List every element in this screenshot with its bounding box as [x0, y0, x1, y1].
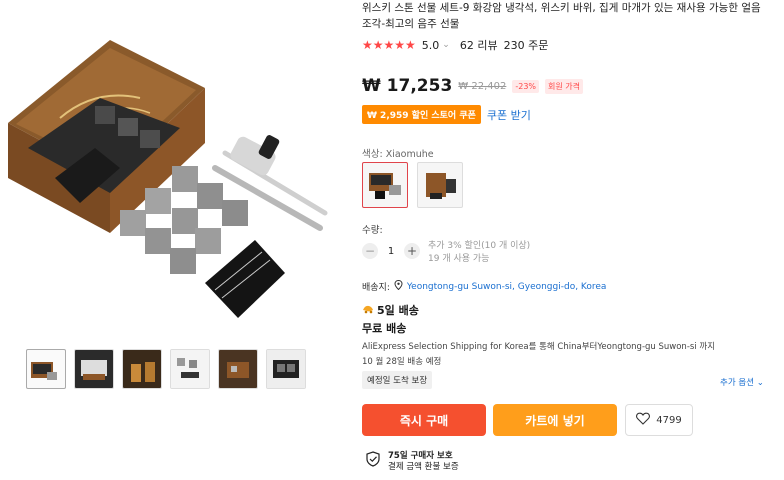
- buyer-protection: 75일 구매자 보호 결제 금액 환불 보증: [366, 451, 459, 473]
- store-coupon-badge[interactable]: ₩ 2,959 할인 스토어 쿠폰: [362, 105, 481, 124]
- thumbnail-4[interactable]: [170, 349, 210, 389]
- rating-value: 5.0: [421, 38, 440, 52]
- thumbnail-strip: [26, 349, 306, 389]
- color-option-2[interactable]: [417, 162, 463, 208]
- thumbnail-1[interactable]: [26, 349, 66, 389]
- coupon-row: ₩ 2,959 할인 스토어 쿠폰 쿠폰 받기: [362, 105, 531, 124]
- shield-check-icon: [366, 451, 380, 471]
- delivery-days-text: 5일 배송: [377, 304, 419, 317]
- thumbnail-5[interactable]: [218, 349, 258, 389]
- order-count: 230 주문: [503, 39, 549, 52]
- thumbnail-6[interactable]: [266, 349, 306, 389]
- color-option-1[interactable]: [362, 162, 408, 208]
- review-count[interactable]: 62 리뷰: [460, 37, 498, 53]
- product-title: 위스키 스톤 선물 세트-9 화강암 냉각석, 위스키 바위, 집게 마개가 있…: [362, 2, 761, 30]
- quantity-notes: 추가 3% 할인(10 개 이상) 19 개 사용 가능: [428, 240, 530, 266]
- original-price: ₩ 22,402: [458, 80, 507, 92]
- main-product-image[interactable]: [0, 28, 342, 328]
- color-label: 색상: Xiaomuhe: [362, 149, 434, 160]
- ship-address-link[interactable]: Yeongtong-gu Suwon-si, Gyeonggi-do, Kore…: [407, 282, 607, 292]
- chevron-down-icon[interactable]: ⌄: [442, 40, 450, 50]
- quantity-label: 수량:: [362, 225, 383, 236]
- stock-available-note: 19 개 사용 가능: [428, 254, 490, 264]
- on-time-guarantee-badge: 예정일 도착 보장: [362, 371, 433, 389]
- delivery-days: 5일 배송: [362, 302, 419, 318]
- shipping-description: AliExpress Selection Shipping for Korea를…: [362, 342, 716, 352]
- location-pin-icon: [394, 279, 403, 293]
- quantity-value[interactable]: 1: [386, 246, 396, 257]
- color-options: [362, 162, 463, 208]
- ship-to-row: 배송지: Yeongtong-gu Suwon-si, Gyeonggi-do,…: [362, 279, 607, 293]
- quantity-plus-button[interactable]: +: [404, 243, 420, 259]
- protection-title: 75일 구매자 보호: [388, 451, 453, 461]
- ship-to-label: 배송지:: [362, 283, 390, 293]
- wishlist-button[interactable]: 4799: [625, 404, 693, 436]
- price-row: ₩ 17,253 ₩ 22,402 -23% 회원 가격: [362, 76, 583, 96]
- more-options-link[interactable]: 추가 옵션 ⌄: [720, 376, 764, 388]
- delivery-truck-icon: [362, 303, 374, 317]
- member-price-badge: 회원 가격: [545, 78, 583, 94]
- thumbnail-3[interactable]: [122, 349, 162, 389]
- discount-badge: -23%: [512, 79, 540, 93]
- add-to-cart-button[interactable]: 카트에 넣기: [493, 404, 617, 436]
- free-shipping-text: 무료 배송: [362, 322, 407, 335]
- chevron-down-icon: ⌄: [756, 378, 764, 388]
- heart-icon: [636, 412, 651, 428]
- protection-subtitle: 결제 금액 환불 보증: [388, 462, 459, 472]
- get-coupon-link[interactable]: 쿠폰 받기: [487, 107, 531, 123]
- estimated-delivery-date: 10 월 28일 배송 예정: [362, 357, 442, 367]
- quantity-minus-button[interactable]: −: [362, 243, 378, 259]
- wishlist-count: 4799: [656, 414, 682, 426]
- protection-text: 75일 구매자 보호 결제 금액 환불 보증: [388, 451, 459, 473]
- star-rating-icons: ★★★★★: [362, 38, 416, 52]
- current-price: ₩ 17,253: [362, 76, 453, 96]
- bulk-discount-note: 추가 3% 할인(10 개 이상): [428, 241, 531, 251]
- buy-now-button[interactable]: 즉시 구매: [362, 404, 486, 436]
- thumbnail-2[interactable]: [74, 349, 114, 389]
- more-options-label: 추가 옵션: [720, 378, 754, 388]
- quantity-stepper: − 1 +: [362, 243, 420, 259]
- rating-row: ★★★★★ 5.0 ⌄ 62 리뷰 230 주문: [362, 37, 548, 53]
